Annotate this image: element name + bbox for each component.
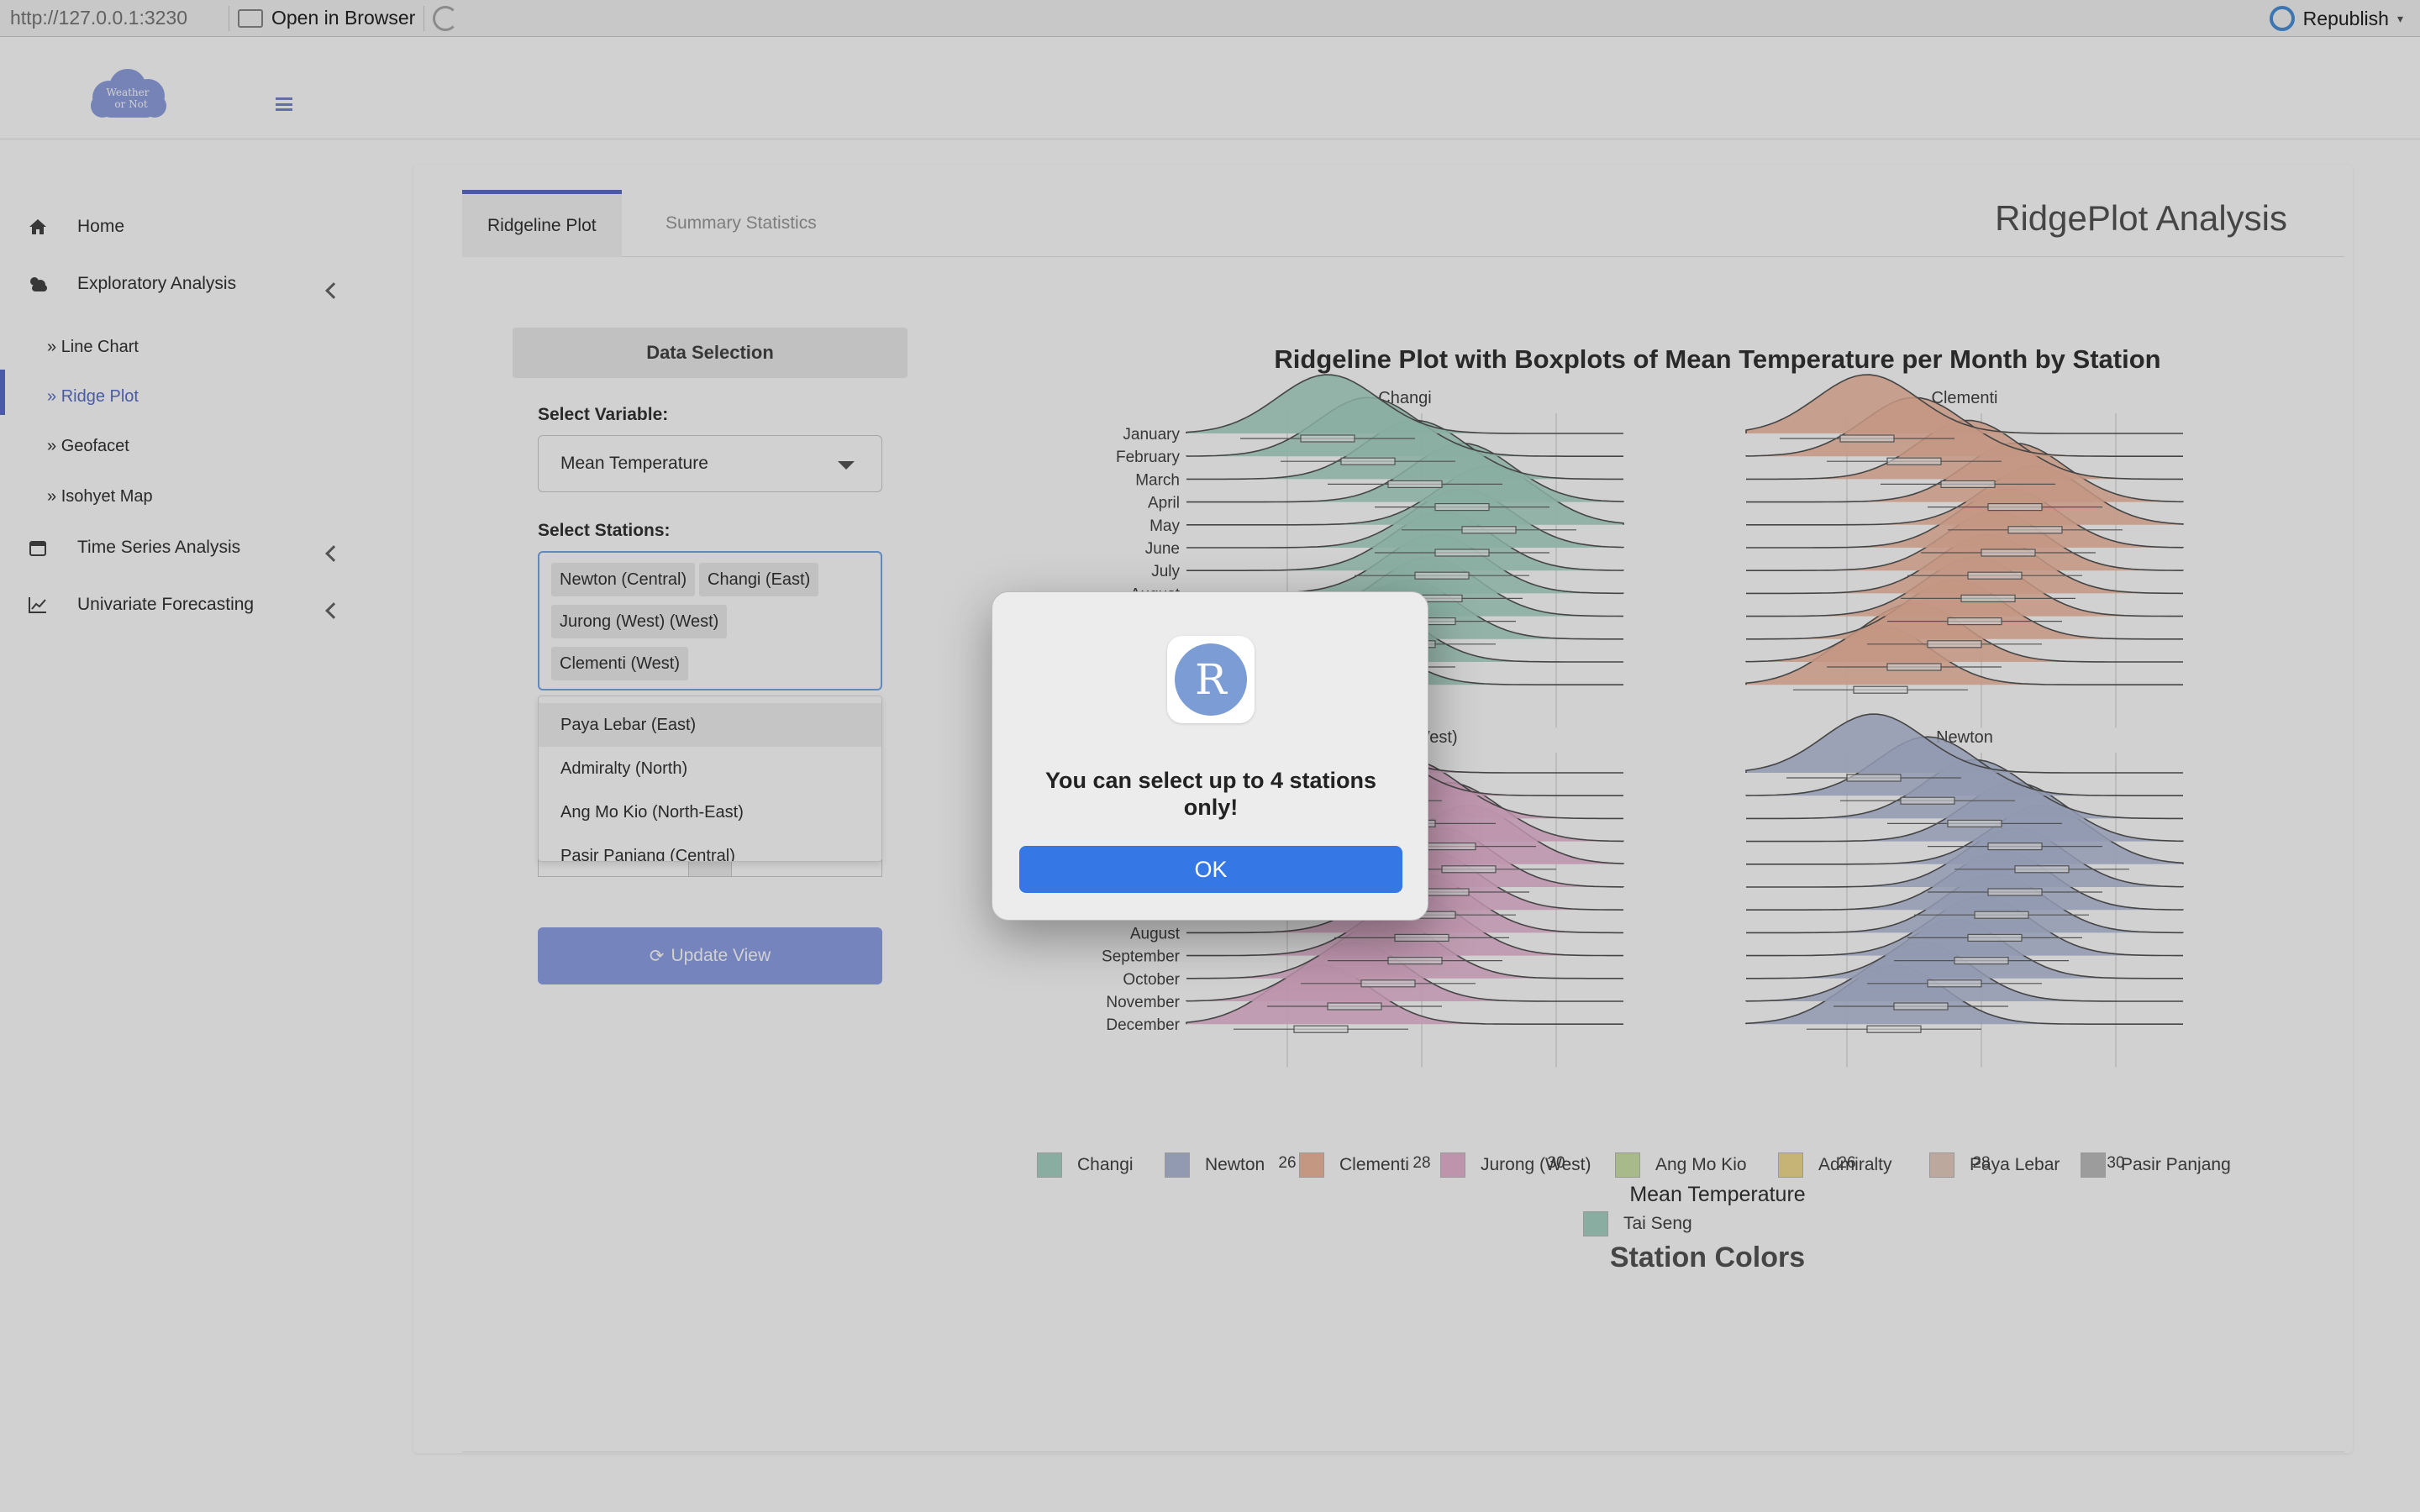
ok-button[interactable]: OK [1019,846,1402,893]
r-logo-icon: R [1175,643,1247,716]
alert-message: You can select up to 4 stations only! [1044,768,1377,820]
r-app-icon: R [1167,636,1255,723]
alert-dialog: R You can select up to 4 stations only! … [992,591,1428,921]
